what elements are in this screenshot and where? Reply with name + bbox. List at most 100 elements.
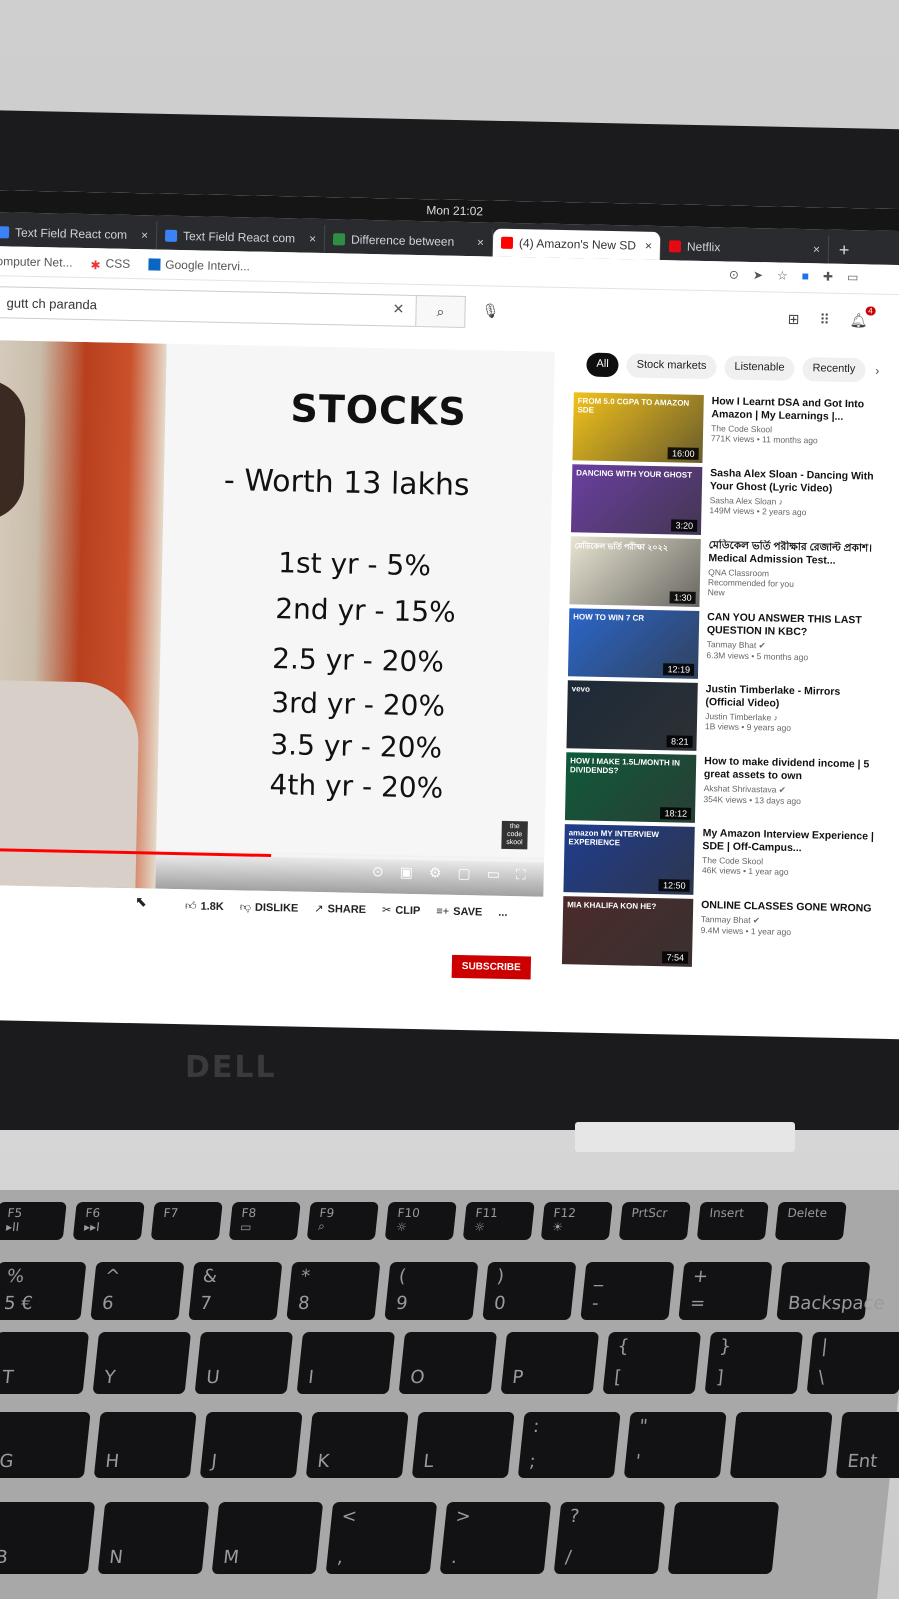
keyboard-key[interactable]: B bbox=[0, 1502, 96, 1574]
microphone-icon[interactable]: 🎙︎ bbox=[481, 302, 499, 319]
keyboard-key[interactable]: % 5 € bbox=[0, 1262, 87, 1320]
recommendation-item[interactable]: DANCING WITH YOUR GHOST 3:20 Sasha Alex Sl… bbox=[570, 464, 883, 542]
keyboard-key[interactable]: Insert bbox=[696, 1202, 769, 1240]
create-video-icon[interactable]: ⊞ bbox=[788, 311, 800, 328]
more-actions-button[interactable]: ... bbox=[498, 906, 507, 918]
keyboard-key[interactable]: T bbox=[0, 1332, 90, 1394]
theater-mode-icon[interactable]: ▭ bbox=[487, 866, 501, 883]
tab-close-icon[interactable]: × bbox=[477, 235, 484, 249]
settings-gear-icon[interactable]: ⚙ bbox=[429, 864, 442, 881]
keyboard-key[interactable]: & 7 bbox=[188, 1262, 283, 1320]
keyboard-key[interactable]: N bbox=[97, 1502, 210, 1574]
keyboard-key[interactable]: * 8 bbox=[286, 1262, 381, 1320]
extensions-puzzle-icon[interactable]: ✚ bbox=[823, 269, 833, 283]
keyboard-key[interactable]: Delete bbox=[774, 1202, 847, 1240]
save-button[interactable]: ≡+ SAVE bbox=[436, 905, 482, 918]
tab-close-icon[interactable]: × bbox=[309, 232, 316, 246]
channel-watermark[interactable]: the code skool bbox=[501, 820, 528, 850]
keyboard-key[interactable]: {[ bbox=[602, 1332, 702, 1394]
recommendation-item[interactable]: MIA KHALIFA KON HE? 7:54 ONLINE CLASSES GO… bbox=[561, 896, 873, 974]
keyboard-key[interactable]: L bbox=[411, 1412, 515, 1478]
keyboard-key[interactable]: <, bbox=[325, 1502, 438, 1574]
keyboard-key[interactable]: F10 ☼ bbox=[384, 1202, 457, 1240]
filter-chip[interactable]: Listenable bbox=[724, 355, 795, 381]
clip-button[interactable]: ✂ CLIP bbox=[382, 903, 421, 917]
keyboard-key[interactable]: | \ bbox=[806, 1332, 899, 1394]
tab-close-icon[interactable]: × bbox=[141, 228, 148, 242]
keyboard-key[interactable]: Ent bbox=[835, 1412, 899, 1478]
recommendation-title[interactable]: Justin Timberlake - Mirrors (Official Vi… bbox=[705, 683, 878, 713]
bookmark-star-icon[interactable]: ☆ bbox=[777, 269, 788, 283]
video-thumbnail[interactable]: মেডিকেল ভর্তি পরীক্ষা ২০২২ 1:30 bbox=[569, 536, 701, 607]
keyboard-key[interactable]: F11 ☼ bbox=[462, 1202, 535, 1240]
video-thumbnail[interactable]: amazon MY INTERVIEW EXPERIENCE 12:50 bbox=[563, 824, 695, 895]
keyboard-key[interactable]: P bbox=[500, 1332, 600, 1394]
video-thumbnail[interactable]: MIA KHALIFA KON HE? 7:54 bbox=[561, 896, 694, 967]
keyboard-key[interactable]: M bbox=[211, 1502, 324, 1574]
keyboard-key[interactable]: Backspace bbox=[776, 1262, 886, 1320]
video-thumbnail[interactable]: FROM 5.0 CGPA TO AMAZON SDE 16:00 bbox=[572, 392, 704, 463]
video-thumbnail[interactable]: vevo 8:21 bbox=[566, 680, 698, 751]
keyboard-key[interactable]: I bbox=[296, 1332, 396, 1394]
split-view-icon[interactable]: ▭ bbox=[847, 270, 859, 284]
keyboard-key[interactable]: H bbox=[93, 1412, 197, 1478]
keyboard-key[interactable]: U bbox=[194, 1332, 294, 1394]
share-button[interactable]: ↗ SHARE bbox=[314, 902, 366, 916]
subscribe-button[interactable]: SUBSCRIBE bbox=[451, 954, 531, 980]
recommendation-title[interactable]: How to make dividend income | 5 great as… bbox=[704, 755, 877, 785]
keyboard-key[interactable]: ) 0 bbox=[482, 1262, 577, 1320]
keyboard-key[interactable]: >. bbox=[439, 1502, 552, 1574]
keyboard-key[interactable]: " ' bbox=[623, 1412, 727, 1478]
bookmark-item[interactable]: Google Intervi... bbox=[148, 257, 250, 273]
keyboard-key[interactable]: J bbox=[199, 1412, 303, 1478]
keyboard-key[interactable]: F5 ▸II bbox=[0, 1202, 67, 1240]
keyboard-key[interactable]: Y bbox=[92, 1332, 192, 1394]
recommendation-item[interactable]: HOW TO WIN 7 CR 12:19 CAN YOU ANSWER THIS … bbox=[567, 608, 880, 686]
recommendation-title[interactable]: CAN YOU ANSWER THIS LAST QUESTION IN KBC… bbox=[707, 611, 880, 641]
keyboard-key[interactable]: F7 bbox=[150, 1202, 223, 1240]
clear-search-icon[interactable]: ✕ bbox=[392, 300, 404, 317]
extension-icon[interactable]: ■ bbox=[802, 269, 810, 283]
keyboard-key[interactable]: ? / bbox=[553, 1502, 666, 1574]
filter-chip[interactable]: Recently bbox=[802, 357, 866, 383]
keyboard-key[interactable]: _ - bbox=[580, 1262, 675, 1320]
recommendation-title[interactable]: মেডিকেল ভর্তি পরীক্ষার রেজাল্ট প্রকাশ। M… bbox=[708, 539, 881, 569]
keyboard-key[interactable]: G bbox=[0, 1412, 91, 1478]
search-input[interactable]: gutt ch paranda bbox=[0, 286, 416, 327]
video-thumbnail[interactable]: HOW I MAKE 1.5L/MONTH IN DIVIDENDS? 18:12 bbox=[564, 752, 697, 823]
miniplayer-icon[interactable]: ▢ bbox=[457, 865, 471, 882]
recommendation-item[interactable]: vevo 8:21 Justin Timberlake - Mirrors (Off… bbox=[566, 680, 877, 758]
autoplay-toggle-icon[interactable]: ⊙ bbox=[372, 863, 384, 880]
video-thumbnail[interactable]: DANCING WITH YOUR GHOST 3:20 bbox=[570, 464, 703, 535]
keyboard-key[interactable]: F8 ▭ bbox=[228, 1202, 301, 1240]
notifications-bell-icon[interactable]: 🔔︎ bbox=[849, 312, 868, 329]
recommendation-title[interactable]: My Amazon Interview Experience | SDE | O… bbox=[702, 827, 875, 857]
video-thumbnail[interactable]: HOW TO WIN 7 CR 12:19 bbox=[567, 608, 700, 679]
recommendation-title[interactable]: Sasha Alex Sloan - Dancing With Your Gho… bbox=[710, 467, 883, 497]
keyboard-key[interactable]: + = bbox=[678, 1262, 773, 1320]
keyboard-key[interactable]: }] bbox=[704, 1332, 804, 1394]
filter-chip[interactable]: Stock markets bbox=[626, 353, 717, 380]
bookmark-item[interactable]: ✱ CSS bbox=[90, 256, 130, 272]
browser-tab[interactable]: Netflix × bbox=[660, 232, 830, 264]
keyboard-key[interactable]: ^ 6 bbox=[90, 1262, 185, 1320]
video-player[interactable]: STOCKS - Worth 13 lakhs 1st yr - 5% 2nd y… bbox=[0, 339, 555, 897]
dislike-button[interactable]: 👎︎ DISLIKE bbox=[240, 900, 299, 914]
like-button[interactable]: 👍︎ 1.8K bbox=[185, 899, 224, 913]
keyboard-key[interactable] bbox=[667, 1502, 780, 1574]
keyboard-key[interactable]: PrtScr bbox=[618, 1202, 691, 1240]
filter-chip[interactable]: All bbox=[586, 352, 619, 378]
new-tab-button[interactable]: + bbox=[829, 236, 860, 265]
bookmark-item[interactable]: omputer Net... bbox=[0, 254, 73, 270]
search-button[interactable]: ⌕ bbox=[415, 294, 466, 328]
tab-close-icon[interactable]: × bbox=[645, 239, 652, 253]
system-clock[interactable]: Mon 21:02 bbox=[426, 203, 483, 218]
keyboard-key[interactable]: F12 ☀ bbox=[540, 1202, 613, 1240]
recommendation-item[interactable]: মেডিকেল ভর্তি পরীক্ষা ২০২২ 1:30 মেডিকেল ভর… bbox=[569, 536, 880, 614]
keyboard-key[interactable]: (9 bbox=[384, 1262, 479, 1320]
keyboard-key[interactable]: O bbox=[398, 1332, 498, 1394]
recommendation-item[interactable]: FROM 5.0 CGPA TO AMAZON SDE 16:00 How I Le… bbox=[572, 392, 883, 470]
share-icon[interactable]: ➤ bbox=[753, 268, 763, 282]
keyboard-key[interactable]: F6 ▸▸I bbox=[72, 1202, 145, 1240]
keyboard-key[interactable] bbox=[729, 1412, 833, 1478]
